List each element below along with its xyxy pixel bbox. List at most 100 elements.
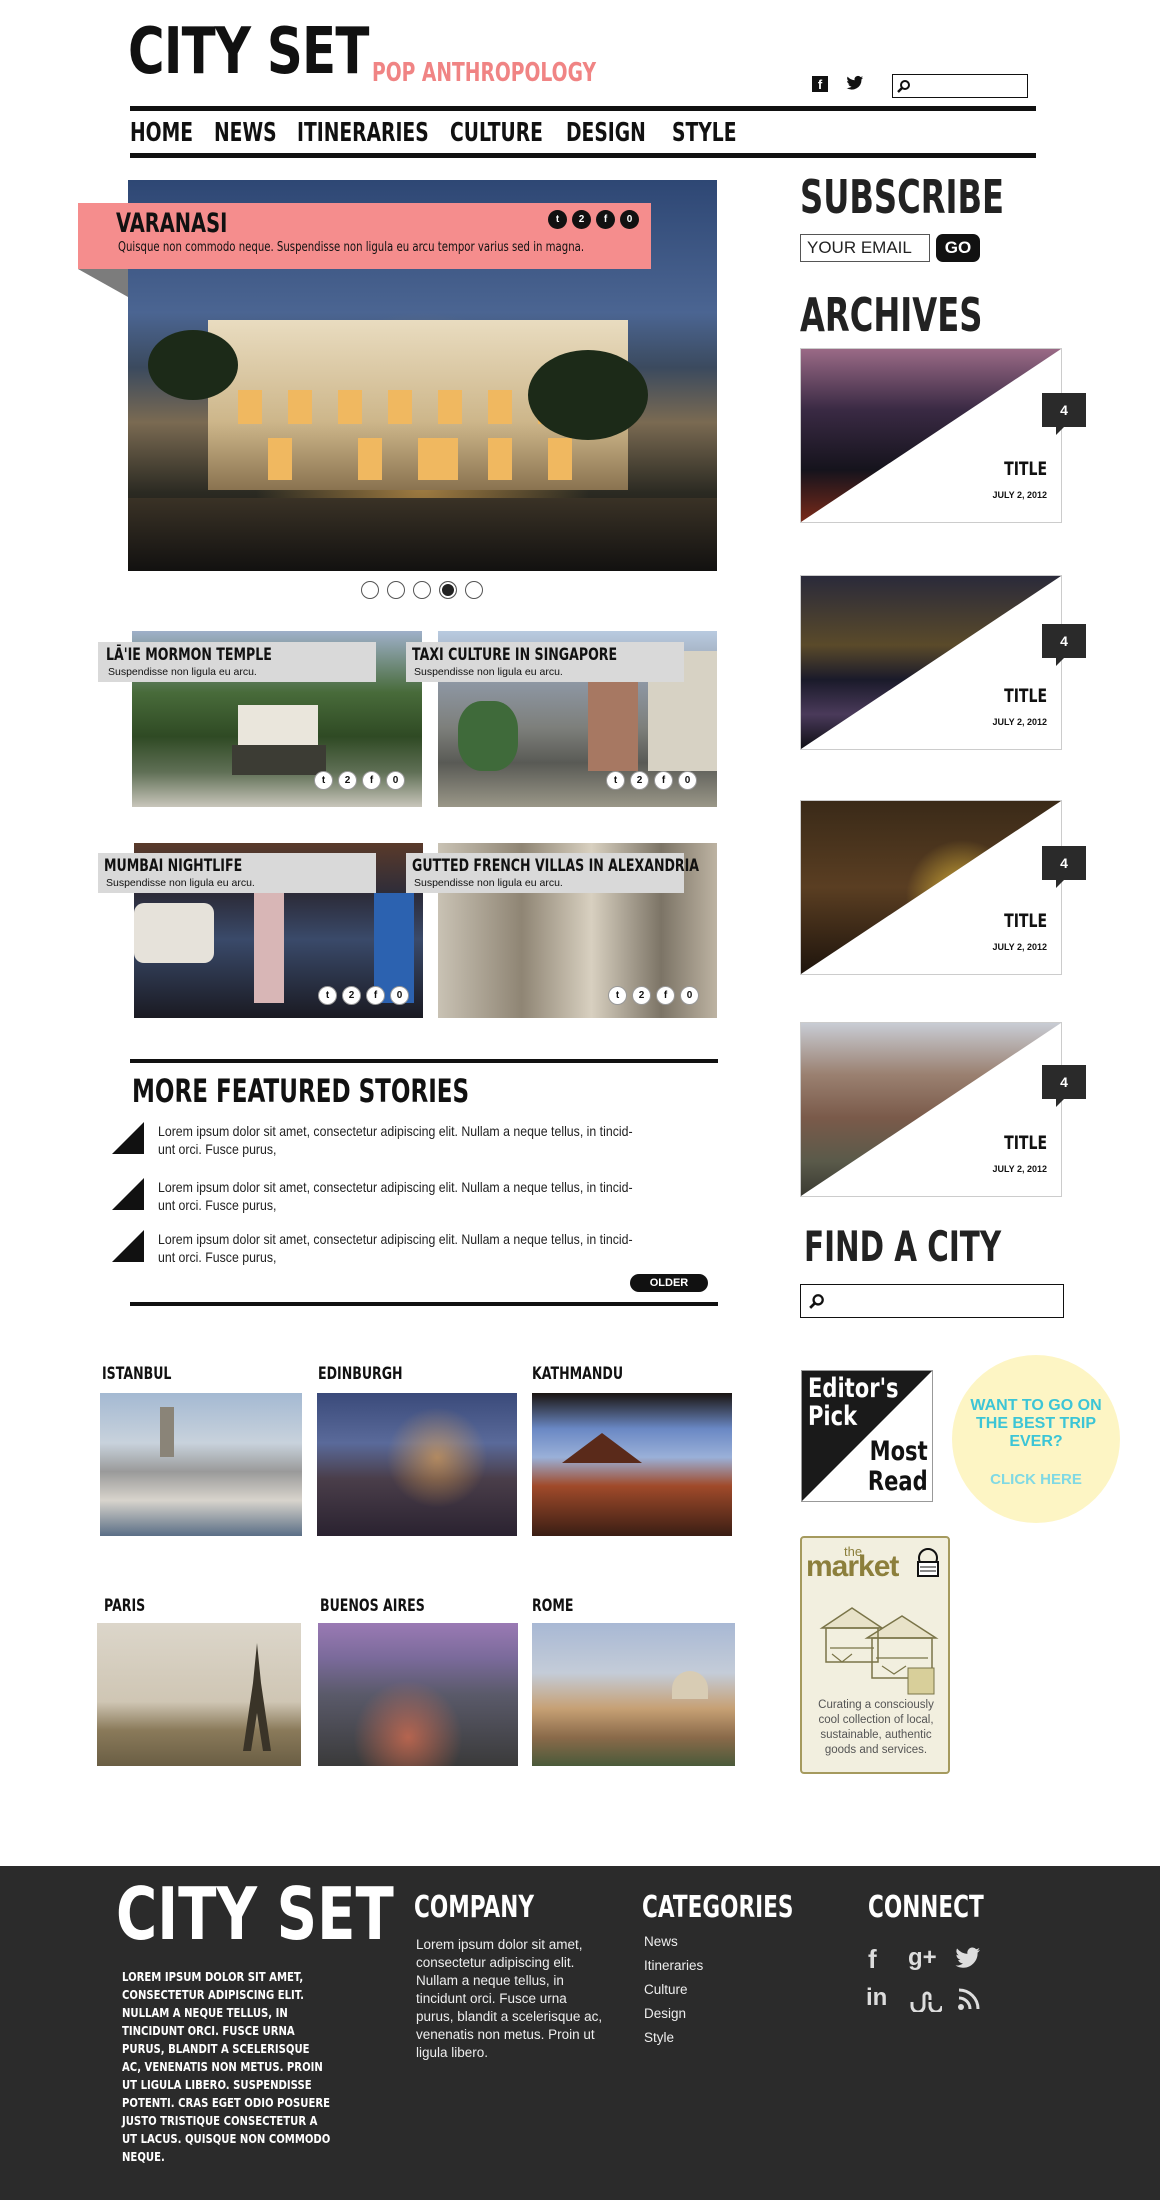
like-count: 0 — [390, 986, 409, 1005]
slide-dot-5[interactable] — [465, 581, 483, 599]
facebook-icon[interactable]: f — [812, 76, 828, 92]
city-label-buenos-aires[interactable]: BUENOS AIRES — [320, 1596, 425, 1616]
story-title[interactable]: LĀ'IE MORMON TEMPLE — [106, 645, 272, 665]
city-label-istanbul[interactable]: ISTANBUL — [102, 1364, 171, 1384]
nav-design[interactable]: DESIGN — [566, 118, 646, 148]
footer-category-culture[interactable]: Culture — [644, 1982, 688, 1997]
twitter-icon[interactable] — [954, 1946, 982, 1977]
featured-rule-bottom — [130, 1302, 718, 1306]
footer-company-text: Lorem ipsum dolor sit amet, consectetur … — [416, 1937, 603, 2060]
market-stalls-illustration — [819, 1607, 939, 1695]
find-city-input[interactable] — [800, 1284, 1064, 1318]
featured-item[interactable]: Lorem ipsum dolor sit amet, consectetur … — [158, 1178, 633, 1214]
stumbleupon-icon[interactable] — [908, 1984, 944, 2019]
hero-title[interactable]: VARANASI — [116, 208, 227, 239]
archive-date: JULY 2, 2012 — [992, 490, 1047, 500]
twitter-icon[interactable]: t — [548, 210, 567, 229]
market-name: market — [806, 1550, 899, 1583]
story-title[interactable]: MUMBAI NIGHTLIFE — [104, 856, 242, 876]
share-count: 2 — [342, 986, 361, 1005]
footer-category-itineraries[interactable]: Itineraries — [644, 1958, 703, 1973]
slide-dot-2[interactable] — [387, 581, 405, 599]
city-label-kathmandu[interactable]: KATHMANDU — [532, 1364, 623, 1384]
city-image-edinburgh[interactable] — [317, 1393, 517, 1536]
nav-news[interactable]: NEWS — [214, 118, 277, 148]
twitter-icon[interactable]: t — [606, 771, 625, 790]
facebook-icon[interactable]: f — [366, 986, 385, 1005]
comment-count-badge: 4 — [1042, 624, 1086, 666]
like-count: 0 — [620, 210, 639, 229]
slide-dot-1[interactable] — [361, 581, 379, 599]
facebook-icon[interactable]: f — [362, 771, 381, 790]
footer-category-style[interactable]: Style — [644, 2030, 674, 2045]
email-field[interactable]: YOUR EMAIL — [800, 234, 930, 262]
nav-culture[interactable]: CULTURE — [450, 118, 543, 148]
share-count: 2 — [630, 771, 649, 790]
triangle-bullet-icon — [112, 1178, 144, 1210]
best-trip-promo[interactable]: WANT TO GO ON THE BEST TRIP EVER? CLICK … — [952, 1355, 1120, 1523]
facebook-icon[interactable]: f — [596, 210, 615, 229]
facebook-icon[interactable]: f — [656, 986, 675, 1005]
header-search-input[interactable] — [892, 74, 1028, 98]
story-subtitle: Suspendisse non ligula eu arcu. — [414, 877, 563, 889]
story-title[interactable]: TAXI CULTURE IN SINGAPORE — [412, 645, 617, 665]
twitter-icon[interactable]: t — [314, 771, 333, 790]
story-title[interactable]: GUTTED FRENCH VILLAS IN ALEXANDRIA — [412, 856, 699, 876]
share-count: 2 — [338, 771, 357, 790]
archive-card[interactable]: TITLE JULY 2, 2012 — [800, 800, 1062, 975]
subscribe-go-button[interactable]: GO — [936, 234, 980, 262]
archive-title: TITLE — [1004, 685, 1047, 707]
linkedin-icon[interactable]: in — [866, 1984, 887, 2012]
facebook-icon[interactable]: f — [868, 1944, 877, 1975]
city-label-paris[interactable]: PARIS — [104, 1596, 145, 1616]
triangle-bullet-icon — [112, 1230, 144, 1262]
site-tagline: POP ANTHROPOLOGY — [372, 58, 597, 88]
twitter-icon[interactable] — [846, 74, 864, 92]
archive-card[interactable]: TITLE JULY 2, 2012 — [800, 1022, 1062, 1197]
hero-water — [128, 498, 717, 571]
footer-logo[interactable]: CITY SET — [116, 1878, 394, 1950]
archive-card[interactable]: TITLE JULY 2, 2012 — [800, 348, 1062, 523]
google-plus-icon[interactable]: g+ — [908, 1944, 937, 1972]
city-label-rome[interactable]: ROME — [532, 1596, 573, 1616]
comment-count-badge: 4 — [1042, 1065, 1086, 1107]
twitter-icon[interactable]: t — [608, 986, 627, 1005]
story-subtitle: Suspendisse non ligula eu arcu. — [106, 877, 255, 889]
featured-item[interactable]: Lorem ipsum dolor sit amet, consectetur … — [158, 1122, 633, 1158]
archive-date: JULY 2, 2012 — [992, 942, 1047, 952]
older-button[interactable]: OLDER — [630, 1274, 708, 1292]
slide-dot-4[interactable] — [439, 581, 457, 599]
comment-count-badge: 4 — [1042, 846, 1086, 888]
city-image-buenos-aires[interactable] — [318, 1623, 518, 1766]
site-logo[interactable]: CITY SET — [128, 20, 369, 84]
footer-category-design[interactable]: Design — [644, 2006, 686, 2021]
search-icon — [897, 80, 910, 93]
footer-about: LOREM IPSUM DOLOR SIT AMET, CONSECTETUR … — [122, 1970, 331, 2164]
archive-card[interactable]: TITLE JULY 2, 2012 — [800, 575, 1062, 750]
nav-style[interactable]: STYLE — [672, 118, 737, 148]
archive-date: JULY 2, 2012 — [992, 717, 1047, 727]
nav-home[interactable]: HOME — [130, 118, 193, 148]
city-image-kathmandu[interactable] — [532, 1393, 732, 1536]
featured-item[interactable]: Lorem ipsum dolor sit amet, consectetur … — [158, 1230, 633, 1266]
city-label-edinburgh[interactable]: EDINBURGH — [318, 1364, 403, 1384]
city-image-istanbul[interactable] — [100, 1393, 302, 1536]
market-ad[interactable]: the market Curating a consciously cool c… — [800, 1536, 950, 1774]
comment-count-badge: 4 — [1042, 393, 1086, 435]
facebook-icon[interactable]: f — [654, 771, 673, 790]
nav-itineraries[interactable]: ITINERARIES — [297, 118, 429, 148]
subscribe-title: SUBSCRIBE — [800, 170, 1005, 224]
city-image-paris[interactable] — [97, 1623, 301, 1766]
archives-title: ARCHIVES — [800, 288, 983, 342]
basket-icon — [917, 1548, 939, 1577]
footer-category-news[interactable]: News — [644, 1934, 678, 1949]
slide-dot-3[interactable] — [413, 581, 431, 599]
city-image-rome[interactable] — [532, 1623, 735, 1766]
market-description: Curating a consciously cool collection o… — [818, 1699, 934, 1756]
search-icon — [809, 1294, 824, 1309]
archive-title: TITLE — [1004, 1132, 1047, 1154]
editors-pick-badge[interactable]: Editor's Pick Most Read — [801, 1370, 933, 1502]
twitter-icon[interactable]: t — [318, 986, 337, 1005]
click-here-link[interactable]: CLICK HERE — [952, 1471, 1120, 1488]
rss-icon[interactable] — [956, 1986, 982, 2019]
